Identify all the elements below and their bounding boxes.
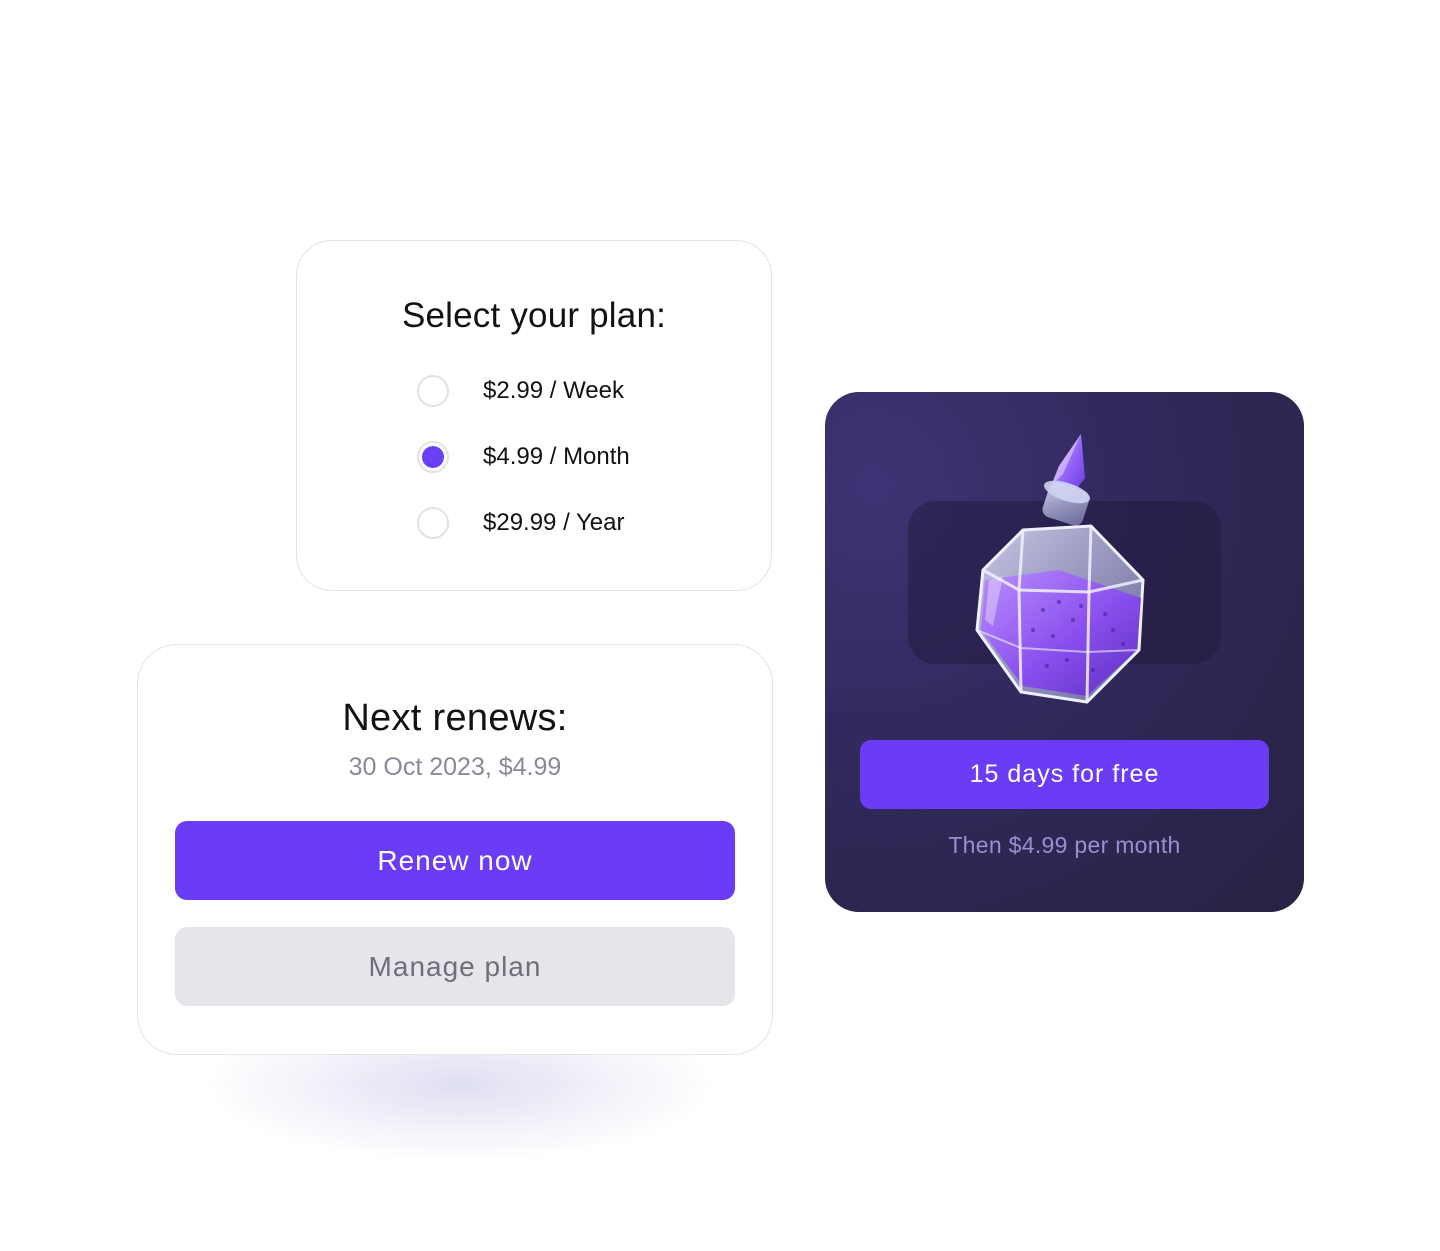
radio-selected-dot (422, 446, 444, 468)
plan-radio-week[interactable] (417, 375, 449, 407)
renew-now-button[interactable]: Renew now (175, 821, 735, 900)
plan-option-year[interactable]: $29.99 / Year (417, 503, 624, 543)
trial-price-note: Then $4.99 per month (948, 832, 1181, 858)
renewal-date: 30 Oct 2023, $4.99 (348, 753, 562, 781)
plan-selection-title: Select your plan: (401, 296, 667, 335)
plan-radio-year[interactable] (417, 507, 449, 539)
free-trial-button[interactable]: 15 days for free (860, 740, 1269, 809)
plan-option-label: $4.99 / Month (483, 443, 630, 470)
plan-option-month[interactable]: $4.99 / Month (417, 437, 630, 477)
manage-plan-button[interactable]: Manage plan (175, 927, 735, 1006)
plan-radio-month[interactable] (417, 441, 449, 473)
renewal-title: Next renews: (342, 697, 568, 739)
renewal-card: Next renews: 30 Oct 2023, $4.99 Renew no… (137, 644, 773, 1055)
plan-option-label: $29.99 / Year (483, 509, 625, 536)
plan-option-label: $2.99 / Week (483, 377, 624, 404)
plan-option-week[interactable]: $2.99 / Week (417, 371, 624, 411)
free-trial-promo-card: 15 days for free Then $4.99 per month (825, 392, 1304, 912)
plan-selection-card: Select your plan: $2.99 / Week $4.99 / M… (296, 240, 772, 591)
potion-bottle-icon (975, 434, 1145, 704)
